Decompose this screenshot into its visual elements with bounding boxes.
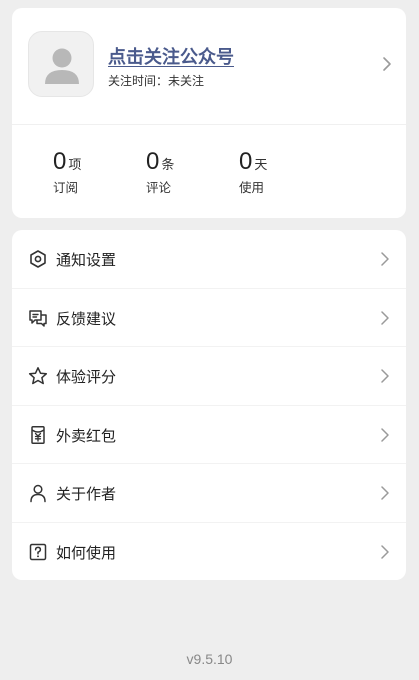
chevron-right-icon [383,57,391,71]
follow-time: 关注时间：未关注 [108,72,204,89]
feedback-chat-icon [29,309,47,327]
chevron-right-icon [381,486,389,500]
chevron-right-icon [381,427,389,442]
star-icon [28,367,48,385]
menu-item-notification-settings[interactable]: 通知设置 [12,230,406,289]
stat-label: 评论 [146,180,172,195]
stat-value: 0 [239,148,253,175]
menu-item-label: 关于作者 [56,485,117,503]
default-avatar-icon [45,48,79,84]
chevron-right-icon [381,369,389,383]
chevron-right-icon [381,252,389,266]
stat-value: 0 [146,148,160,175]
stat-label: 使用 [239,180,265,195]
avatar [28,31,94,97]
stat-unit: 天 [254,158,268,173]
stats-row: 0项 订阅 0条 评论 0天 使用 [12,148,406,198]
menu-item-label: 如何使用 [56,543,117,562]
follow-time-value: 未关注 [168,74,205,88]
chevron-right-icon [381,544,389,559]
hexagon-settings-icon [30,250,46,268]
menu-item-label: 反馈建议 [56,309,117,328]
stat-label: 订阅 [53,180,79,195]
menu-card: 通知设置 反馈建议 体验评分 外卖红包 关于作者 如何使用 [12,230,406,580]
stat-unit: 条 [161,158,175,173]
follow-account-link[interactable]: 点击关注公众号 [108,43,234,69]
menu-item-label: 体验评分 [56,368,117,386]
profile-row[interactable]: 点击关注公众号 关注时间：未关注 [12,8,406,124]
menu-item-how-to-use[interactable]: 如何使用 [12,523,406,582]
stat-days-used[interactable]: 0天 使用 [239,148,309,196]
person-icon [30,484,46,503]
menu-item-feedback[interactable]: 反馈建议 [12,289,406,347]
menu-item-takeout-red-packet[interactable]: 外卖红包 [12,406,406,464]
profile-card: 点击关注公众号 关注时间：未关注 0项 订阅 0条 评论 0天 使用 [12,8,406,218]
menu-item-label: 外卖红包 [56,426,117,445]
follow-time-label: 关注时间： [108,74,169,88]
menu-item-rating[interactable]: 体验评分 [12,347,406,406]
version-label: v9.5.10 [186,651,233,667]
menu-item-about-author[interactable]: 关于作者 [12,464,406,523]
stat-subscriptions[interactable]: 0项 订阅 [53,148,123,196]
menu-item-label: 通知设置 [56,251,117,269]
divider [12,124,406,125]
stat-unit: 项 [68,158,82,173]
red-packet-icon [31,425,45,444]
stat-comments[interactable]: 0条 评论 [146,148,216,196]
chevron-right-icon [381,310,389,325]
stat-value: 0 [53,148,67,175]
question-box-icon [29,543,47,560]
